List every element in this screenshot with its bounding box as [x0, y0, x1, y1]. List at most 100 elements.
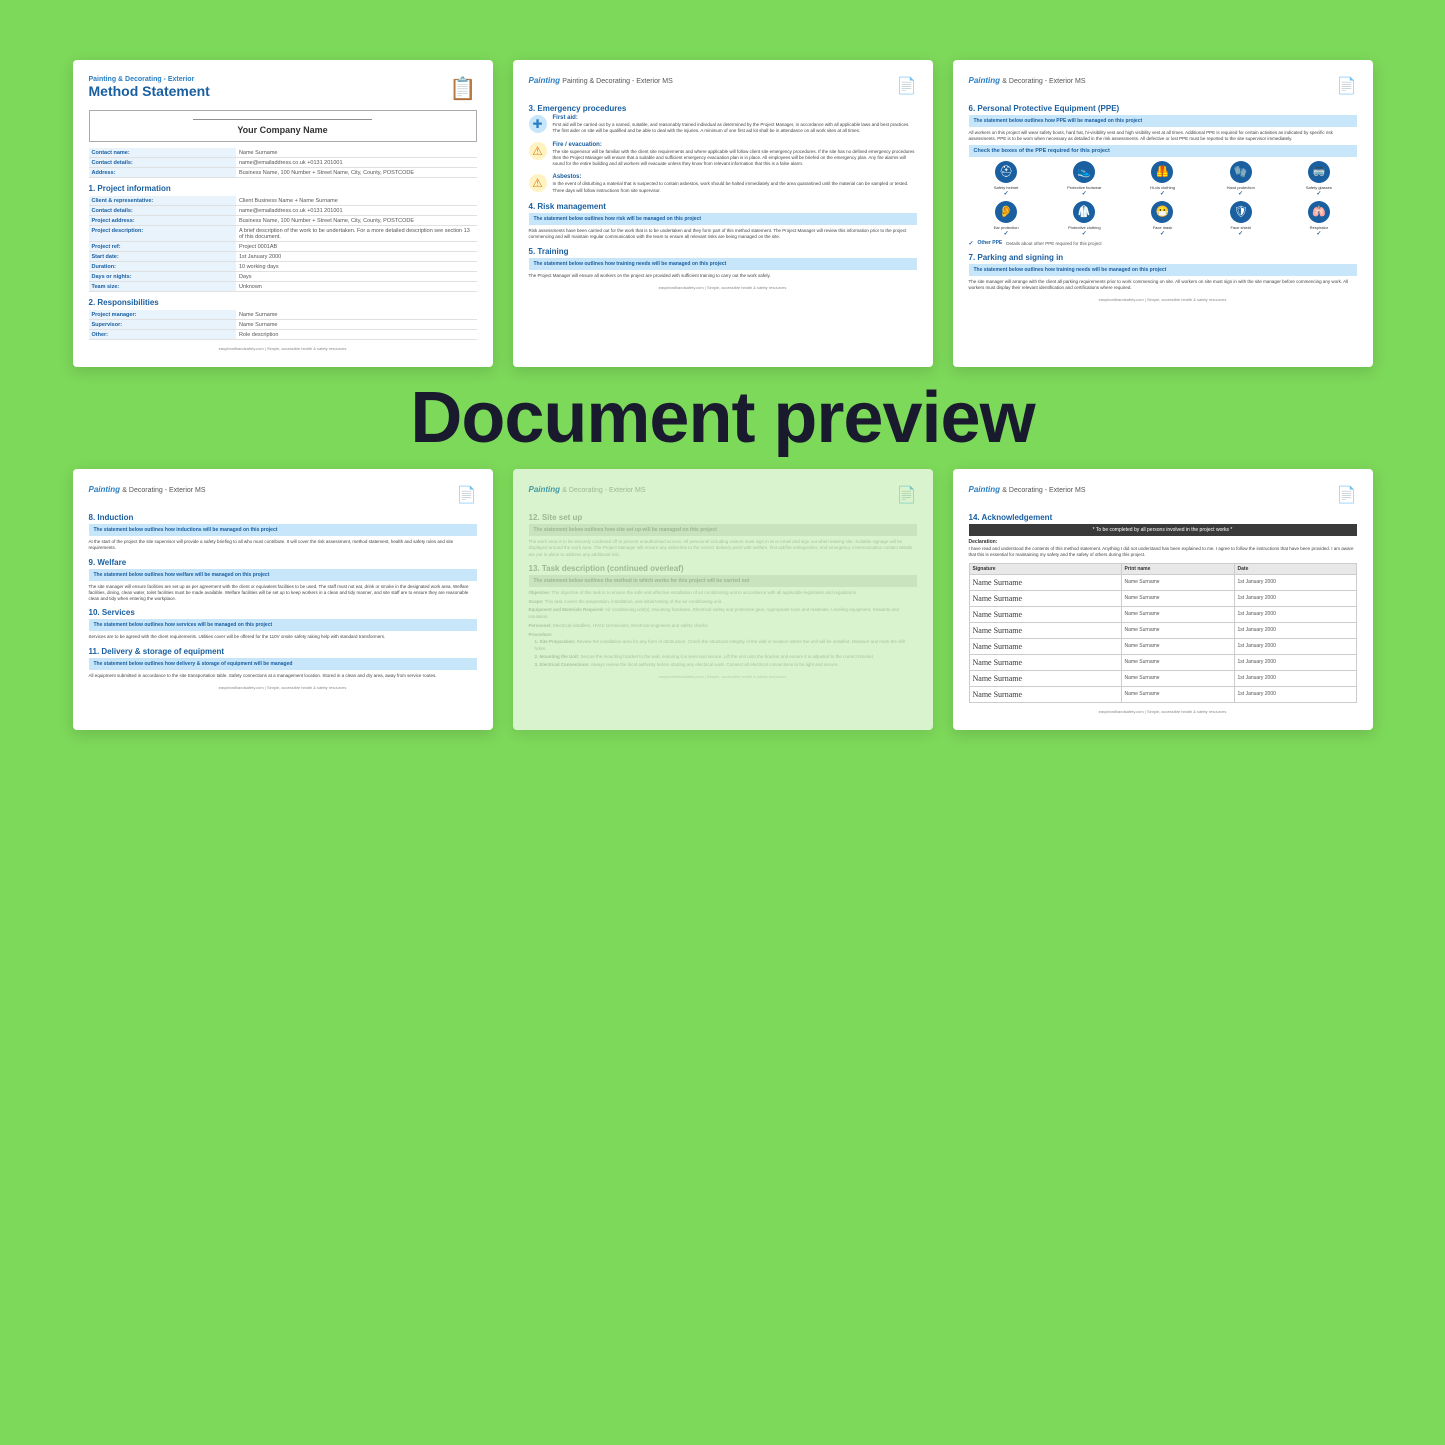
first-aid-content: First aid: First aid will be carried out… [553, 115, 917, 137]
sig-row-7: Name Surname Name Surname 1st January 20… [969, 670, 1356, 686]
hivis-check: ✓ [1160, 190, 1165, 197]
responsibilities-table: Project manager:Name Surname Supervisor:… [89, 310, 477, 340]
ppe-footwear: 👟 Protective footwear ✓ [1047, 161, 1122, 197]
contact-details-label: Contact details: [89, 158, 236, 168]
parking-statement: The statement below outlines how trainin… [969, 264, 1357, 276]
asbestos-text: In the event of disturbing a material th… [553, 181, 917, 194]
sig-row-6: Name Surname Name Surname 1st January 20… [969, 654, 1356, 670]
respirator-check: ✓ [1316, 230, 1321, 237]
document-page-3: Painting & Decorating - Exterior MS 📄 6.… [953, 60, 1373, 367]
section6-title: 6. Personal Protective Equipment (PPE) [969, 104, 1357, 113]
doc6-footer: easyhealthandsafety.com | Simple, access… [969, 709, 1357, 714]
print-7: Name Surname [1121, 670, 1234, 686]
fire-content: Fire / evacuation: The site supervisor w… [553, 142, 917, 170]
induction-text: At the start of the project the site sup… [89, 539, 477, 552]
ppe-glasses: 🥽 Safety glasses ✓ [1281, 161, 1356, 197]
print-5: Name Surname [1121, 638, 1234, 654]
sig-5: Name Surname [973, 642, 1023, 651]
document-page-4: Painting & Decorating - Exterior MS 📄 8.… [73, 469, 493, 730]
date-1: 1st January 2000 [1234, 574, 1356, 590]
top-documents-row: Painting & Decorating - Exterior Method … [73, 60, 1373, 367]
print-2: Name Surname [1121, 590, 1234, 606]
setup-text: The work area is to be securely cordoned… [529, 539, 917, 558]
sig-1: Name Surname [973, 578, 1023, 587]
ppe-respirator: 🫁 Respirator ✓ [1281, 201, 1356, 237]
ppe-hivis: 🦺 Hi-vis clothing ✓ [1125, 161, 1200, 197]
helmet-check: ✓ [1004, 190, 1009, 197]
document-page-5: Painting & Decorating - Exterior MS 📄 12… [513, 469, 933, 730]
ppe-row2: 👂 Ear protection ✓ 🥼 Protective clothing… [969, 201, 1357, 237]
section5-title: 5. Training [529, 247, 917, 256]
services-statement: The statement below outlines how service… [89, 619, 477, 631]
sig-row-2: Name Surname Name Surname 1st January 20… [969, 590, 1356, 606]
complete-note: * To be completed by all persons involve… [969, 524, 1357, 536]
hivis-icon: 🦺 [1151, 161, 1173, 183]
first-aid-icon: ✚ [529, 115, 547, 133]
date-4: 1st January 2000 [1234, 622, 1356, 638]
sig-row-8: Name Surname Name Surname 1st January 20… [969, 686, 1356, 702]
other-ppe-row: ✓ Other PPE Details about other PPE requ… [969, 240, 1357, 247]
section12-title: 12. Site set up [529, 513, 917, 522]
contact-info-table: Contact name:Name Surname Contact detail… [89, 148, 477, 178]
contact-details-value: name@emailaddress.co.uk +0131 201001 [236, 158, 477, 168]
task-content: Objective: The objective of this task is… [529, 590, 917, 669]
print-header: Print name [1121, 563, 1234, 574]
doc4-header-text: Painting & Decorating - Exterior MS [89, 485, 457, 494]
section13-title: 13. Task description (continued overleaf… [529, 564, 917, 573]
ppe-row1: ⛑ Safety helmet ✓ 👟 Protective footwear … [969, 161, 1357, 197]
print-1: Name Surname [1121, 574, 1234, 590]
company-name-box: ━━━━━━━━━━━━━━━━━━━━━━━━━━━━━━━━━━━━━━━━… [89, 110, 477, 142]
sig-7: Name Surname [973, 674, 1023, 683]
doc6-icon: 📄 [1337, 485, 1357, 505]
doc6-header: Painting & Decorating - Exterior MS 📄 [969, 485, 1357, 505]
doc5-header-text: Painting & Decorating - Exterior MS [529, 485, 897, 494]
preview-label: Document preview [410, 377, 1034, 459]
doc2-footer: easyhealthandsafety.com | Simple, access… [529, 285, 917, 290]
helmet-icon: ⛑ [995, 161, 1017, 183]
doc4-header: Painting & Decorating - Exterior MS 📄 [89, 485, 477, 505]
setup-statement: The statement below outlines how site se… [529, 524, 917, 536]
sig-8: Name Surname [973, 690, 1023, 699]
sig-row-3: Name Surname Name Surname 1st January 20… [969, 606, 1356, 622]
date-header: Date [1234, 563, 1356, 574]
declaration-label: Declaration: [969, 539, 1357, 545]
print-6: Name Surname [1121, 654, 1234, 670]
fire-label: Fire / evacuation: [553, 142, 917, 148]
shield-icon: 🛡 [1230, 201, 1252, 223]
footwear-check: ✓ [1082, 190, 1087, 197]
fire-text: The site supervisor will be familiar wit… [553, 149, 917, 168]
delivery-statement: The statement below outlines how deliver… [89, 658, 477, 670]
doc3-header-text: Painting & Decorating - Exterior MS [969, 76, 1337, 85]
ppe-helmet: ⛑ Safety helmet ✓ [969, 161, 1044, 197]
asbestos-content: Asbestos: In the event of disturbing a m… [553, 174, 917, 196]
bottom-documents-row: Painting & Decorating - Exterior MS 📄 8.… [73, 469, 1373, 730]
section1-title: 1. Project information [89, 184, 477, 193]
fire-item: ⚠ Fire / evacuation: The site supervisor… [529, 142, 917, 170]
date-6: 1st January 2000 [1234, 654, 1356, 670]
ear-check: ✓ [1004, 230, 1009, 237]
doc5-footer: easyhealthandsafety.com | Simple, access… [529, 674, 917, 679]
sig-4: Name Surname [973, 626, 1023, 635]
date-7: 1st January 2000 [1234, 670, 1356, 686]
sig-2: Name Surname [973, 594, 1023, 603]
section10-title: 10. Services [89, 608, 477, 617]
print-4: Name Surname [1121, 622, 1234, 638]
sig-row-1: Name Surname Name Surname 1st January 20… [969, 574, 1356, 590]
parking-text: The site manager will arrange with the c… [969, 279, 1357, 292]
footwear-icon: 👟 [1073, 161, 1095, 183]
other-ppe-label: Other PPE [978, 240, 1003, 246]
other-ppe-check: ✓ [969, 240, 974, 247]
doc1-subtitle: Painting & Decorating - Exterior [89, 76, 210, 83]
clothing-icon: 🥼 [1073, 201, 1095, 223]
ear-icon: 👂 [995, 201, 1017, 223]
shield-check: ✓ [1238, 230, 1243, 237]
welfare-statement: The statement below outlines how welfare… [89, 569, 477, 581]
ppe-ear: 👂 Ear protection ✓ [969, 201, 1044, 237]
contact-name-value: Name Surname [236, 148, 477, 158]
fire-icon: ⚠ [529, 142, 547, 160]
doc2-icon: 📄 [897, 76, 917, 96]
risk-statement: The statement below outlines how risk wi… [529, 213, 917, 225]
delivery-text: All equipment submitted in accordance to… [89, 673, 477, 679]
glasses-check: ✓ [1316, 190, 1321, 197]
sig-header: Signature [969, 563, 1121, 574]
